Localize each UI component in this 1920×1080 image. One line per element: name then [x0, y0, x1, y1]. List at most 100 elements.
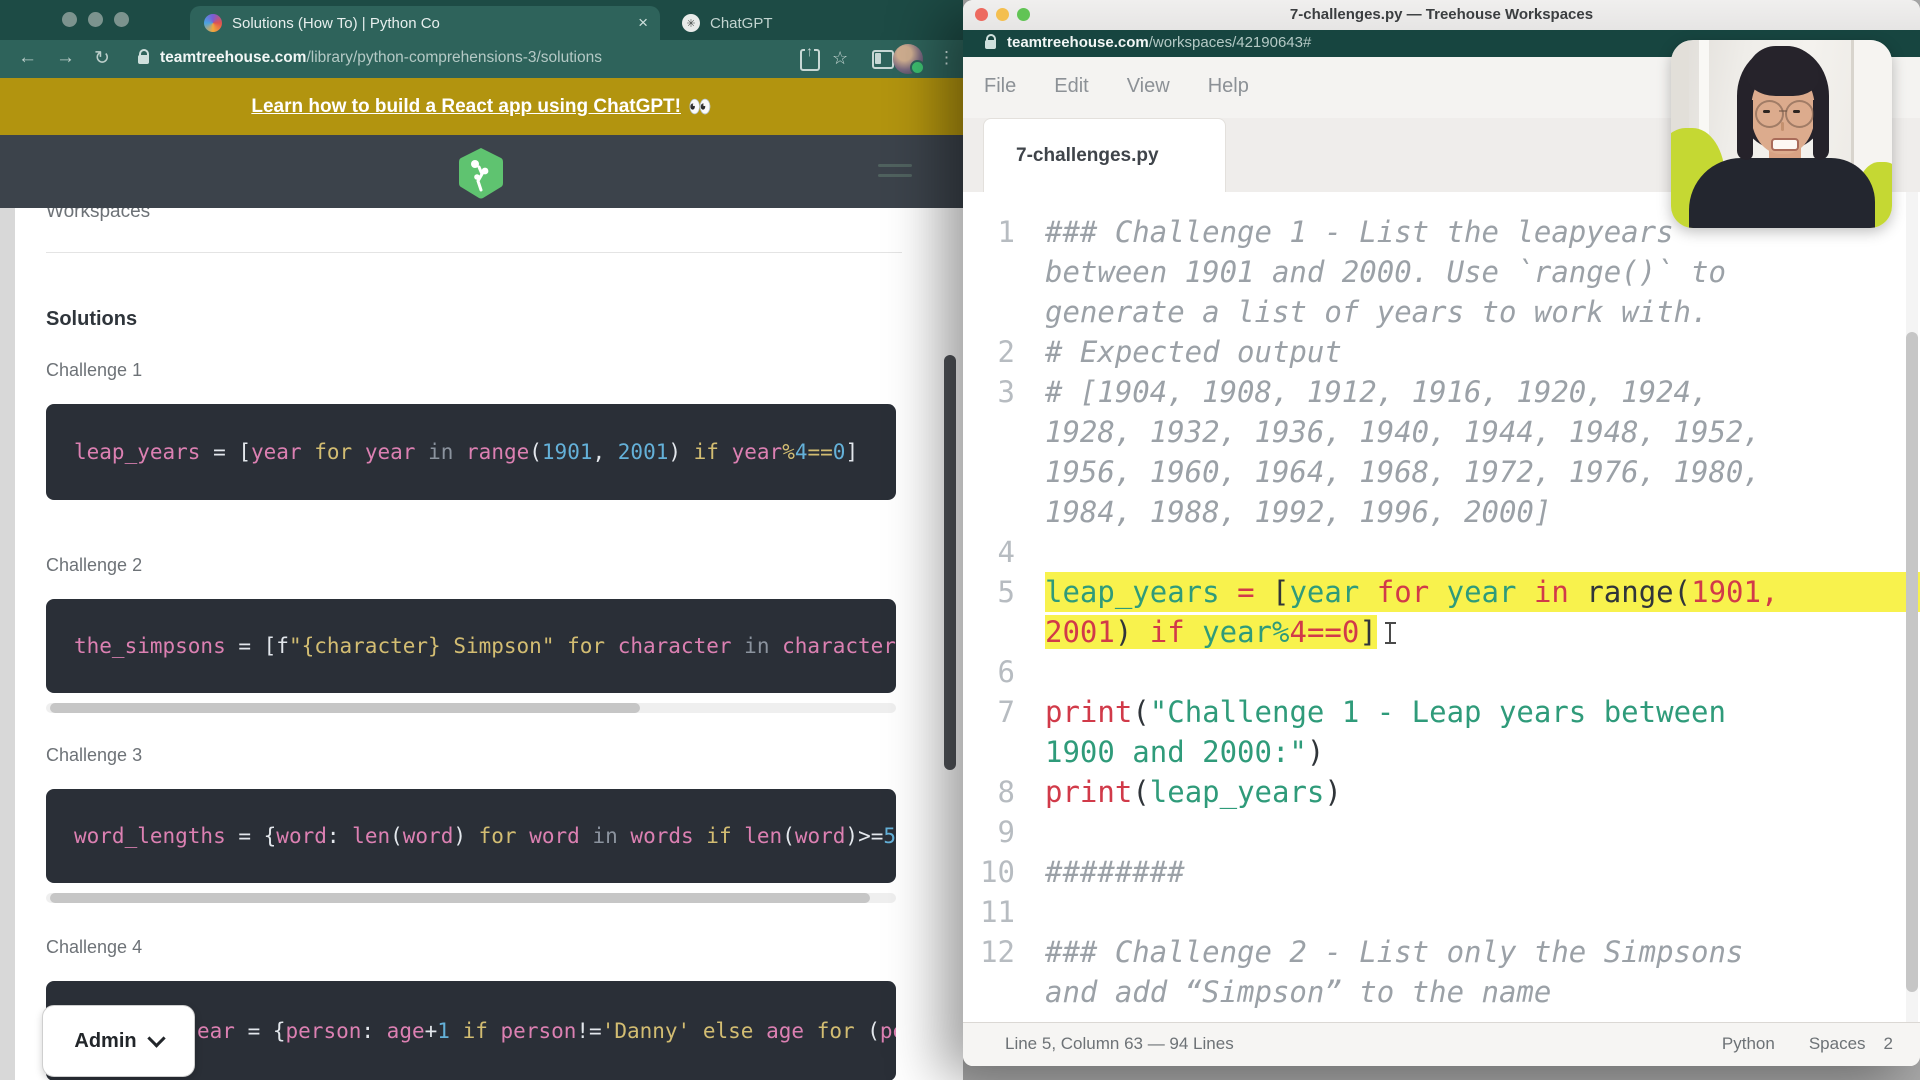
- editor-line: 2001) if year%4==0]: [963, 612, 1920, 652]
- window-titlebar[interactable]: 7-challenges.py — Treehouse Workspaces: [963, 0, 1920, 31]
- tab-7-challenges[interactable]: 7-challenges.py: [983, 118, 1226, 193]
- cursor-position-status: Line 5, Column 63 — 94 Lines: [1005, 1034, 1234, 1054]
- code-text: [1045, 532, 1920, 572]
- forward-icon[interactable]: →: [56, 47, 75, 69]
- glasses-bridge: [1779, 110, 1787, 112]
- editor-line: 1928, 1932, 1936, 1940, 1944, 1948, 1952…: [963, 412, 1920, 452]
- horizontal-scrollbar-thumb[interactable]: [50, 893, 870, 903]
- editor-line: 4: [963, 532, 1920, 572]
- editor-line: 3# [1904, 1908, 1912, 1916, 1920, 1924,: [963, 372, 1920, 412]
- code-text: between 1901 and 2000. Use `range()` to: [1045, 252, 1920, 292]
- code-text: 1984, 1988, 1992, 1996, 2000]: [1045, 492, 1920, 532]
- editor-line: 9: [963, 812, 1920, 852]
- menu-help[interactable]: Help: [1208, 75, 1249, 98]
- editor-line: 11: [963, 892, 1920, 932]
- menu-file[interactable]: File: [984, 75, 1016, 98]
- address-bar: teamtreehouse.com/workspaces/42190643#: [1007, 34, 1311, 51]
- line-number: 4: [963, 532, 1015, 572]
- code-text: print("Challenge 1 - Leap years between: [1045, 692, 1920, 732]
- editor-line: 2# Expected output: [963, 332, 1920, 372]
- tab-solutions[interactable]: Solutions (How To) | Python Co ×: [190, 6, 660, 40]
- admin-button[interactable]: Admin: [42, 1005, 195, 1077]
- browser-scrollbar[interactable]: [944, 355, 956, 770]
- code-editor[interactable]: 1### Challenge 1 - List the leapyearsbet…: [963, 192, 1920, 1022]
- indent-mode[interactable]: Spaces: [1809, 1034, 1866, 1054]
- editor-line: 8 print(leap_years): [963, 772, 1920, 812]
- chatgpt-favicon-icon: ✳: [682, 14, 700, 32]
- page-gutter: [0, 208, 15, 1080]
- url-domain: teamtreehouse.com: [160, 49, 306, 66]
- profile-avatar[interactable]: [893, 44, 923, 74]
- person-hair: [1813, 100, 1829, 160]
- horizontal-scrollbar-thumb[interactable]: [50, 703, 640, 713]
- editor-line: 7 print("Challenge 1 - Leap years between: [963, 692, 1920, 732]
- url-path: /workspaces/42190643#: [1149, 34, 1312, 51]
- code-text: # Expected output: [1045, 332, 1920, 372]
- line-number: 1: [963, 212, 1015, 252]
- page-content: Workspaces Solutions Challenge 1leap_yea…: [0, 208, 963, 1080]
- url-domain: teamtreehouse.com: [1007, 34, 1149, 51]
- sidebar-toggle-icon[interactable]: [872, 50, 894, 69]
- code-line: leap_years = [year for year in range(190…: [74, 440, 858, 464]
- browser-toolbar: ← → ↻ teamtreehouse.com/library/python-c…: [0, 40, 963, 78]
- editor-scrollbar-thumb[interactable]: [1906, 332, 1918, 992]
- horizontal-scrollbar-track[interactable]: [46, 893, 896, 903]
- admin-button-label: Admin: [74, 1030, 136, 1053]
- code-text: [1045, 892, 1920, 932]
- close-tab-icon[interactable]: ×: [626, 13, 660, 33]
- person-shirt: [1689, 158, 1875, 228]
- code-text: and add “Simpson” to the name: [1045, 972, 1920, 1012]
- reload-icon[interactable]: ↻: [94, 47, 110, 70]
- editor-line: 6: [963, 652, 1920, 692]
- line-number: 7: [963, 692, 1015, 732]
- challenge-label: Challenge 2: [46, 555, 142, 576]
- back-icon[interactable]: ←: [18, 47, 37, 69]
- line-number: 3: [963, 372, 1015, 412]
- language-mode[interactable]: Python: [1722, 1034, 1775, 1054]
- hamburger-menu-icon[interactable]: [878, 164, 912, 184]
- code-block: leap_years = [year for year in range(190…: [46, 404, 896, 500]
- promo-banner[interactable]: Learn how to build a React app using Cha…: [0, 78, 963, 135]
- course-favicon-icon: [204, 14, 222, 32]
- challenge-label: Challenge 3: [46, 745, 142, 766]
- traffic-light-minimize[interactable]: [88, 12, 103, 27]
- code-text: leap_years = [year for year in range(190…: [1045, 572, 1920, 612]
- line-number: [963, 452, 1015, 492]
- menu-edit[interactable]: Edit: [1054, 75, 1088, 98]
- browser-menu-icon[interactable]: ⋮: [938, 48, 955, 68]
- menu-view[interactable]: View: [1127, 75, 1170, 98]
- traffic-light-zoom[interactable]: [114, 12, 129, 27]
- line-number: 9: [963, 812, 1015, 852]
- line-number: 12: [963, 932, 1015, 972]
- file-tab-label: 7-challenges.py: [1016, 145, 1159, 167]
- tab-chatgpt[interactable]: ✳ ChatGPT: [668, 6, 963, 40]
- indent-size[interactable]: 2: [1884, 1034, 1893, 1054]
- code-text: generate a list of years to work with.: [1045, 292, 1920, 332]
- code-line: word_lengths = {word: len(word) for word…: [74, 824, 896, 848]
- address-bar[interactable]: teamtreehouse.com/library/python-compreh…: [160, 49, 602, 67]
- person-bangs: [1747, 46, 1819, 96]
- breadcrumb[interactable]: Workspaces: [46, 208, 150, 223]
- traffic-light-close[interactable]: [62, 12, 77, 27]
- chevron-down-icon: [147, 1029, 165, 1047]
- desktop: Solutions (How To) | Python Co × ✳ ChatG…: [0, 0, 1920, 1080]
- share-icon[interactable]: [800, 49, 820, 71]
- page-title: Solutions: [46, 308, 137, 331]
- editor-line: 12### Challenge 2 - List only the Simpso…: [963, 932, 1920, 972]
- window-title: 7-challenges.py — Treehouse Workspaces: [963, 6, 1920, 23]
- line-number: [963, 732, 1015, 772]
- text-cursor-icon: [1385, 622, 1396, 644]
- code-text: ########: [1045, 852, 1920, 892]
- code-text: print(leap_years): [1045, 772, 1920, 812]
- code-text: 1900 and 2000:"): [1045, 732, 1920, 772]
- person-mouth: [1771, 138, 1799, 151]
- line-number: 8: [963, 772, 1015, 812]
- horizontal-scrollbar-track[interactable]: [46, 703, 896, 713]
- person-hair: [1737, 100, 1753, 160]
- glasses-icon: [1785, 100, 1814, 128]
- browser-tabstrip: Solutions (How To) | Python Co × ✳ ChatG…: [0, 0, 963, 40]
- promo-banner-link[interactable]: Learn how to build a React app using Cha…: [251, 96, 681, 118]
- bookmark-star-icon[interactable]: ☆: [832, 48, 848, 69]
- treehouse-logo-icon[interactable]: [458, 147, 504, 199]
- lock-icon: [985, 40, 996, 49]
